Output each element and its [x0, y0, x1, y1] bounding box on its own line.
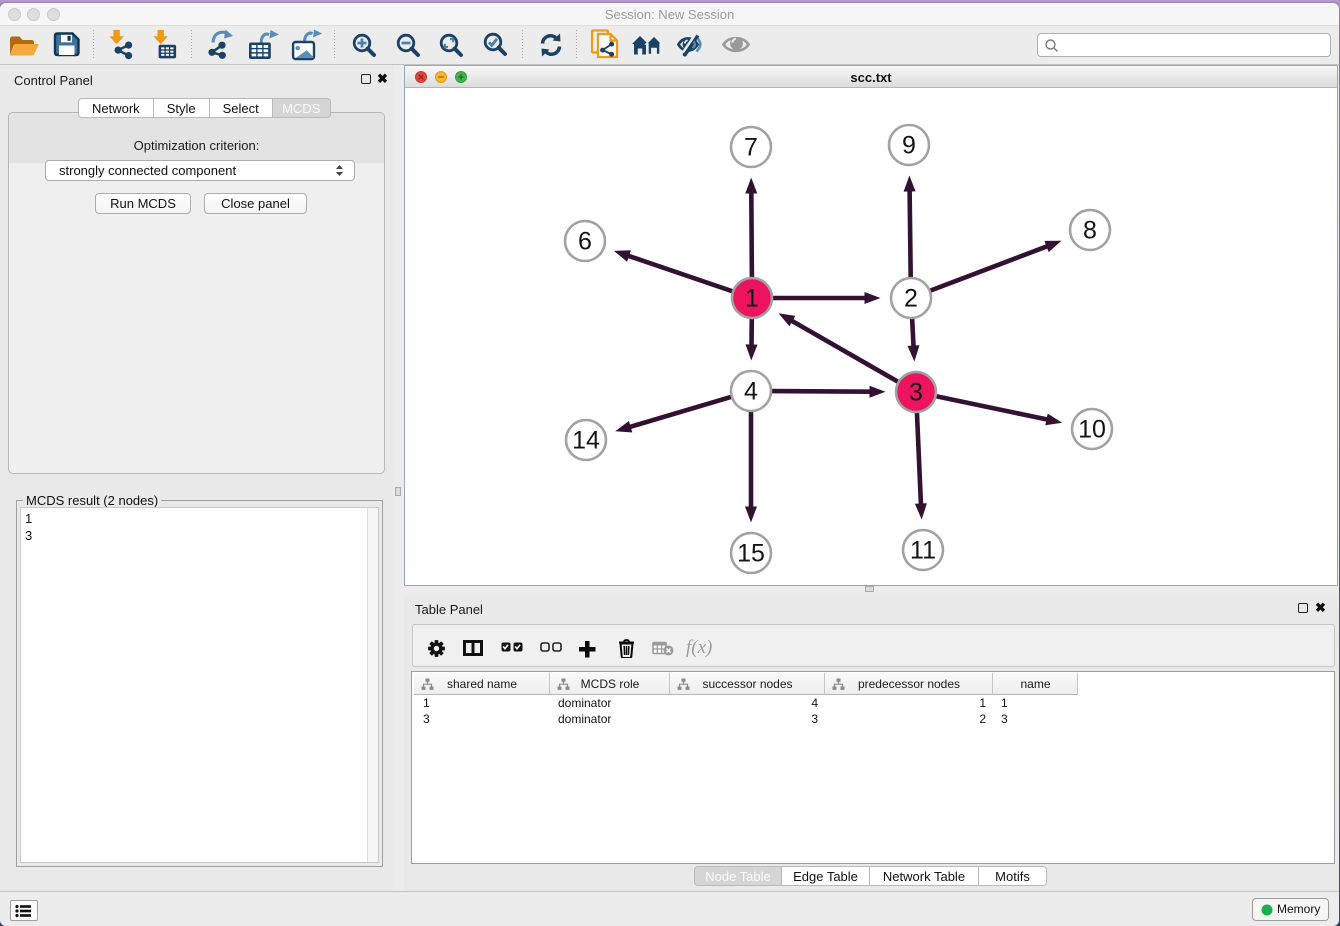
- svg-text:11: 11: [910, 537, 936, 565]
- svg-text:2: 2: [904, 285, 918, 313]
- svg-text:7: 7: [744, 134, 758, 162]
- svg-text:14: 14: [572, 427, 600, 455]
- svg-text:10: 10: [1078, 416, 1106, 444]
- svg-text:15: 15: [737, 540, 765, 568]
- svg-text:8: 8: [1083, 217, 1097, 245]
- svg-text:9: 9: [902, 132, 916, 160]
- svg-text:4: 4: [744, 378, 758, 406]
- svg-text:3: 3: [909, 379, 923, 407]
- svg-text:1: 1: [745, 285, 759, 313]
- svg-text:6: 6: [578, 228, 592, 256]
